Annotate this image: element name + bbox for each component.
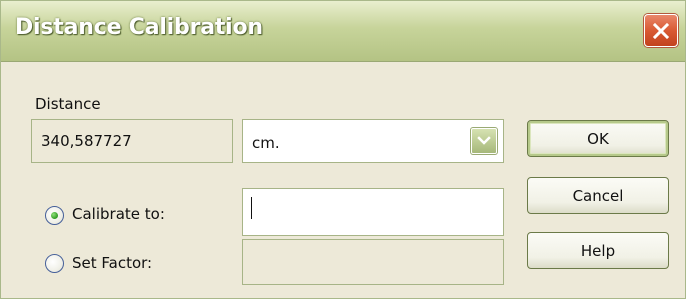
window-title: Distance Calibration [15,15,263,40]
distance-value-field: 340,587727 [31,119,233,163]
set-factor-radio[interactable] [45,254,64,273]
text-caret [251,197,252,219]
unit-dropdown-button[interactable] [470,127,498,155]
set-factor-input [242,239,504,285]
distance-label: Distance [35,95,101,113]
unit-select[interactable]: cm. [242,119,504,163]
distance-calibration-dialog: Distance Calibration Distance 340,587727… [0,0,686,299]
distance-value: 340,587727 [41,132,132,150]
close-icon [652,22,670,39]
calibrate-input[interactable] [242,188,504,236]
title-bar[interactable]: Distance Calibration [1,1,685,62]
unit-selected-value: cm. [252,134,280,152]
chevron-down-icon [477,136,491,145]
calibrate-label[interactable]: Calibrate to: [72,205,165,223]
calibrate-radio[interactable] [45,206,64,225]
help-button[interactable]: Help [527,232,669,269]
ok-button[interactable]: OK [527,120,669,157]
cancel-button[interactable]: Cancel [527,177,669,214]
radio-selected-dot [51,212,58,219]
set-factor-label[interactable]: Set Factor: [72,254,152,272]
close-button[interactable] [644,14,678,47]
